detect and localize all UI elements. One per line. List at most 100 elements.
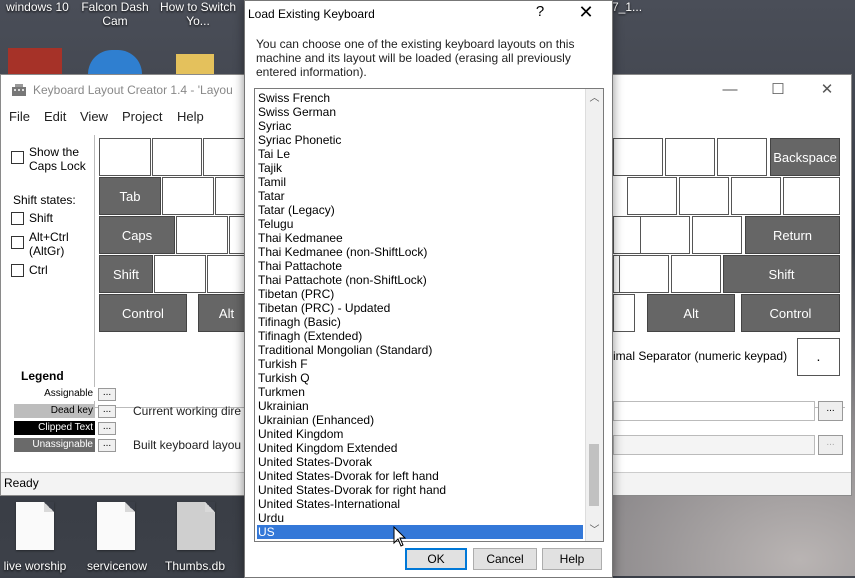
- legend-assignable-button[interactable]: ...: [98, 388, 116, 401]
- list-item[interactable]: Turkish Q: [257, 371, 583, 385]
- browse-button[interactable]: ...: [818, 401, 843, 421]
- menu-project[interactable]: Project: [122, 109, 162, 124]
- key[interactable]: [627, 177, 677, 215]
- list-item[interactable]: Thai Pattachote: [257, 259, 583, 273]
- menu-view[interactable]: View: [80, 109, 108, 124]
- shift-checkbox[interactable]: Shift: [11, 211, 53, 225]
- list-item[interactable]: Swiss German: [257, 105, 583, 119]
- menu-help[interactable]: Help: [177, 109, 204, 124]
- list-item[interactable]: United Kingdom Extended: [257, 441, 583, 455]
- list-item[interactable]: Tifinagh (Basic): [257, 315, 583, 329]
- legend-unassignable-button[interactable]: ...: [98, 439, 116, 452]
- key[interactable]: [162, 177, 214, 215]
- list-item[interactable]: Tifinagh (Extended): [257, 329, 583, 343]
- list-item[interactable]: Syriac Phonetic: [257, 133, 583, 147]
- key[interactable]: [665, 138, 715, 176]
- help-icon[interactable]: ?: [531, 3, 549, 20]
- list-item[interactable]: Tibetan (PRC) - Updated: [257, 301, 583, 315]
- key-shift-right[interactable]: Shift: [723, 255, 840, 293]
- scroll-down-icon[interactable]: ﹀: [586, 523, 603, 539]
- key[interactable]: [99, 138, 151, 176]
- list-item[interactable]: Telugu: [257, 217, 583, 231]
- ctrl-checkbox[interactable]: Ctrl: [11, 263, 48, 277]
- list-item[interactable]: United Kingdom: [257, 427, 583, 441]
- key[interactable]: [152, 138, 202, 176]
- cancel-button[interactable]: Cancel: [473, 548, 537, 570]
- key-alt-right[interactable]: Alt: [647, 294, 735, 332]
- folder-icon[interactable]: [176, 54, 214, 74]
- close-icon[interactable]: ✕: [575, 2, 597, 23]
- key[interactable]: [679, 177, 729, 215]
- desktop-icon-label[interactable]: live worship: [0, 559, 70, 573]
- list-item[interactable]: Thai Pattachote (non-ShiftLock): [257, 273, 583, 287]
- working-directory-field[interactable]: [613, 401, 815, 421]
- built-layout-button[interactable]: ...: [818, 435, 843, 455]
- list-item[interactable]: Tatar: [257, 189, 583, 203]
- altgr-checkbox[interactable]: Alt+Ctrl (AltGr): [11, 230, 77, 258]
- file-icon[interactable]: [16, 502, 54, 550]
- minimize-button[interactable]: —: [707, 79, 753, 101]
- list-item[interactable]: Tibetan (PRC): [257, 287, 583, 301]
- checkbox-box[interactable]: [11, 236, 24, 249]
- key[interactable]: [783, 177, 840, 215]
- list-item[interactable]: Turkish F: [257, 357, 583, 371]
- key-caps-lock[interactable]: Caps: [99, 216, 175, 254]
- key[interactable]: [613, 294, 635, 332]
- desktop-icon-label[interactable]: Thumbs.db: [160, 559, 230, 573]
- list-item[interactable]: Syriac: [257, 119, 583, 133]
- key[interactable]: [619, 255, 669, 293]
- desktop-icon-label[interactable]: windows 10: [0, 0, 75, 14]
- checkbox-box[interactable]: [11, 212, 24, 225]
- maximize-button[interactable]: ☐: [755, 79, 801, 101]
- key-tab[interactable]: Tab: [99, 177, 161, 215]
- keyboard-layout-list[interactable]: ︿ ﹀ Swiss French Swiss German Syriac Syriac…: [254, 88, 604, 542]
- key[interactable]: [731, 177, 781, 215]
- key[interactable]: [613, 216, 643, 254]
- key[interactable]: [640, 216, 690, 254]
- list-item[interactable]: Tamil: [257, 175, 583, 189]
- key[interactable]: [717, 138, 767, 176]
- ok-button[interactable]: OK: [405, 548, 467, 570]
- key[interactable]: [176, 216, 228, 254]
- list-item[interactable]: Urdu: [257, 511, 583, 525]
- file-icon[interactable]: [177, 502, 215, 550]
- key-control-left[interactable]: Control: [99, 294, 187, 332]
- list-item[interactable]: United States-Dvorak for right hand: [257, 483, 583, 497]
- scrollbar-thumb[interactable]: [589, 444, 599, 506]
- legend-clipped-text-button[interactable]: ...: [98, 422, 116, 435]
- list-item[interactable]: Traditional Mongolian (Standard): [257, 343, 583, 357]
- desktop-icon-label[interactable]: Falcon Dash Cam: [80, 0, 150, 28]
- key-return[interactable]: Return: [745, 216, 840, 254]
- list-item[interactable]: Turkmen: [257, 385, 583, 399]
- key-decimal[interactable]: .: [797, 338, 840, 376]
- help-button[interactable]: Help: [542, 548, 602, 570]
- key-shift-left[interactable]: Shift: [99, 255, 153, 293]
- list-item[interactable]: United States-Dvorak for left hand: [257, 469, 583, 483]
- list-item[interactable]: United States-Dvorak: [257, 455, 583, 469]
- list-item[interactable]: Thai Kedmanee (non-ShiftLock): [257, 245, 583, 259]
- desktop-icon-label[interactable]: How to Switch Yo...: [158, 0, 238, 28]
- show-caps-lock-checkbox[interactable]: Show the Caps Lock: [11, 145, 91, 173]
- desktop-icon-label[interactable]: servicenow: [82, 559, 152, 573]
- key[interactable]: [613, 138, 663, 176]
- close-button[interactable]: ✕: [804, 79, 850, 101]
- key-backspace[interactable]: Backspace: [770, 138, 840, 176]
- key-control-right[interactable]: Control: [741, 294, 840, 332]
- list-item[interactable]: Ukrainian (Enhanced): [257, 413, 583, 427]
- list-item[interactable]: United States-International: [257, 497, 583, 511]
- key[interactable]: [692, 216, 742, 254]
- checkbox-box[interactable]: [11, 264, 24, 277]
- desktop-icon-label[interactable]: 7_1...: [612, 0, 642, 14]
- list-item-selected[interactable]: US: [257, 525, 583, 539]
- key[interactable]: [671, 255, 721, 293]
- file-icon[interactable]: [97, 502, 135, 550]
- list-item[interactable]: Tajik: [257, 161, 583, 175]
- legend-dead-key-button[interactable]: ...: [98, 405, 116, 418]
- menu-edit[interactable]: Edit: [44, 109, 66, 124]
- list-item[interactable]: Ukrainian: [257, 399, 583, 413]
- checkbox-box[interactable]: [11, 151, 24, 164]
- list-item[interactable]: Tatar (Legacy): [257, 203, 583, 217]
- pdf-app-icon[interactable]: [8, 48, 62, 74]
- list-item[interactable]: Swiss French: [257, 91, 583, 105]
- list-scrollbar[interactable]: ︿ ﹀: [585, 89, 603, 541]
